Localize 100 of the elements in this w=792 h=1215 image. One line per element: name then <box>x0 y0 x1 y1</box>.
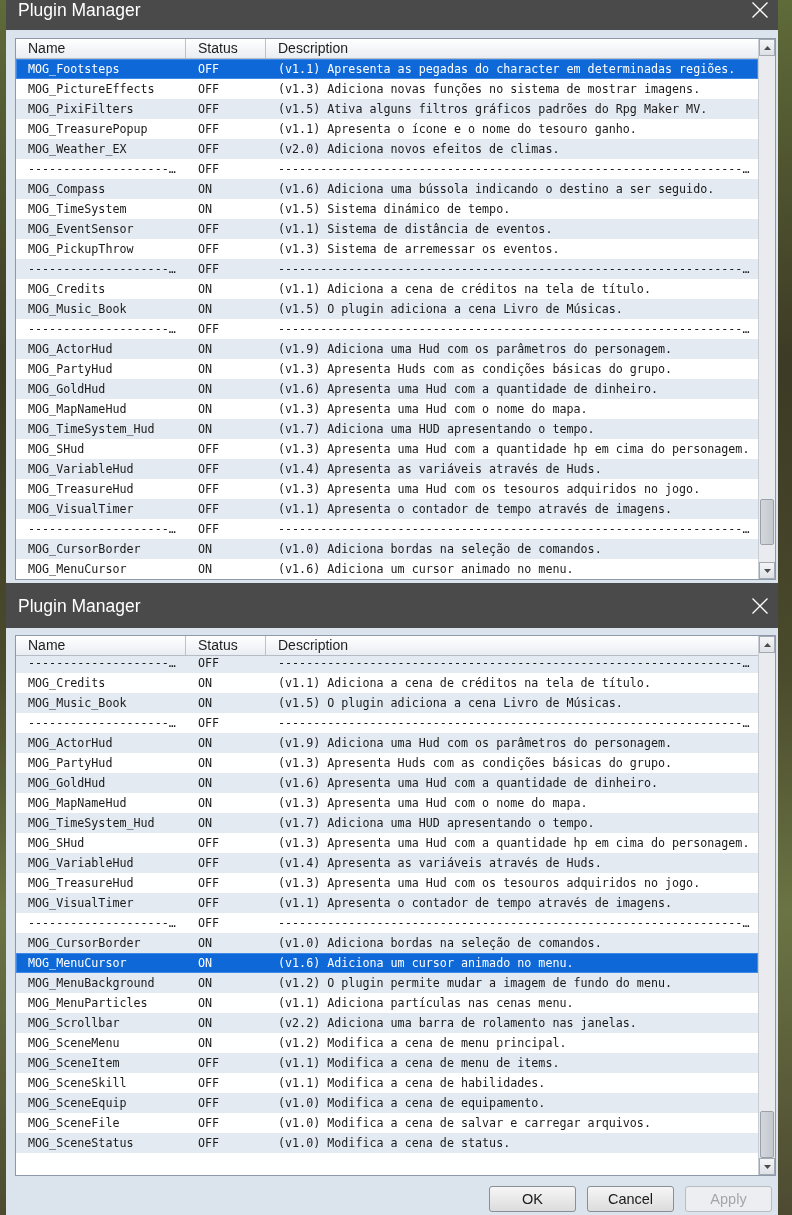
plugin-status: OFF <box>198 322 220 336</box>
plugin-name: MOG_ActorHud <box>28 342 113 356</box>
scrollbar-thumb[interactable] <box>760 499 774 546</box>
column-header[interactable]: Status <box>186 39 266 58</box>
plugin-row[interactable]: MOG_CursorBorder ON (v1.0) Adiciona bordas na seleção de comandos. <box>16 933 758 953</box>
plugin-row[interactable]: MOG_SceneItem OFF (v1.1) Modifica a cena de menu de items. <box>16 1053 758 1073</box>
plugin-description: (v1.1) Modifica a cena de menu de items. <box>278 1056 560 1070</box>
plugin-row[interactable]: MOG_EventSensor OFF (v1.1) Sistema de distância de eventos. <box>16 219 758 239</box>
up-arrow-icon <box>763 45 771 50</box>
plugin-description: ------------------------------------------------------------------… <box>278 262 750 276</box>
plugin-status: OFF <box>198 442 220 456</box>
plugin-description: ------------------------------------------------------------------… <box>278 522 750 536</box>
plugin-name: MOG_GoldHud <box>28 776 106 790</box>
plugin-status: OFF <box>198 82 220 96</box>
plugin-row[interactable]: MOG_VariableHud OFF (v1.4) Apresenta as variáveis através de Huds. <box>16 853 758 873</box>
plugin-description: (v1.0) Modifica a cena de status. <box>278 1136 511 1150</box>
plugin-status: OFF <box>198 1116 220 1130</box>
plugin-status: OFF <box>198 1096 220 1110</box>
plugin-name: MOG_Weather_EX <box>28 142 127 156</box>
column-header[interactable]: Description <box>266 39 758 58</box>
plugin-row[interactable]: MOG_Scrollbar ON (v2.2) Adiciona uma barra de rolamento nas janelas. <box>16 1013 758 1033</box>
plugin-description: (v1.1) Apresenta o contador de tempo através de imagens. <box>278 502 673 516</box>
close-icon[interactable] <box>752 597 768 614</box>
column-header[interactable]: Name <box>16 636 186 655</box>
plugin-row[interactable]: MOG_GoldHud ON (v1.6) Apresenta uma Hud com a quantidade de dinheiro. <box>16 773 758 793</box>
plugin-name: MOG_PickupThrow <box>28 242 134 256</box>
down-arrow-icon <box>763 568 771 573</box>
plugin-description: (v1.3) Apresenta uma Hud com os tesouros adquiridos no jogo. <box>278 876 701 890</box>
plugin-description: (v1.5) O plugin adiciona a cena Livro de Músicas. <box>278 302 623 316</box>
plugin-description: (v1.3) Sistema de arremessar os eventos. <box>278 242 560 256</box>
plugin-row[interactable]: MOG_ActorHud ON (v1.9) Adiciona uma Hud com os parâmetros do personagem. <box>16 339 758 359</box>
plugin-row[interactable]: MOG_VisualTimer OFF (v1.1) Apresenta o contador de tempo através de imagens. <box>16 499 758 519</box>
plugin-description: (v1.0) Modifica a cena de salvar e carregar arquivos. <box>278 1116 651 1130</box>
scroll-up-button[interactable] <box>759 39 775 56</box>
plugin-status: ON <box>198 976 213 990</box>
column-header[interactable]: Status <box>186 636 266 655</box>
dialog-button[interactable]: Cancel <box>587 1186 674 1212</box>
plugin-status: OFF <box>198 502 220 516</box>
plugin-row[interactable]: MOG_MenuCursor ON (v1.6) Adiciona um cursor animado no menu. <box>16 953 758 973</box>
plugin-row[interactable]: MOG_VisualTimer OFF (v1.1) Apresenta o contador de tempo através de imagens. <box>16 893 758 913</box>
column-header[interactable]: Description <box>266 636 758 655</box>
plugin-row[interactable]: MOG_SceneEquip OFF (v1.0) Modifica a cena de equipamento. <box>16 1093 758 1113</box>
plugin-description: ------------------------------------------------------------------… <box>278 716 750 730</box>
down-arrow-icon <box>763 1164 771 1169</box>
plugin-status: OFF <box>198 916 220 930</box>
close-icon[interactable] <box>752 2 768 18</box>
plugin-description: (v1.6) Adiciona um cursor animado no menu. <box>278 956 574 970</box>
plugin-status: ON <box>198 342 213 356</box>
plugin-row[interactable]: MOG_Weather_EX OFF (v2.0) Adiciona novos efeitos de climas. <box>16 139 758 159</box>
plugin-description: (v1.1) Sistema de distância de eventos. <box>278 222 553 236</box>
plugin-description: (v1.2) Modifica a cena de menu principal. <box>278 1036 567 1050</box>
plugin-name: MOG_Footsteps <box>28 62 120 76</box>
plugin-description: (v1.4) Apresenta as variáveis através de Huds. <box>278 462 602 476</box>
plugin-status: OFF <box>198 262 220 276</box>
plugin-row[interactable]: --------------------… OFF ------------------------------------------------------------------… <box>16 259 758 279</box>
scroll-up-button[interactable] <box>759 636 775 653</box>
scrollbar-thumb[interactable] <box>760 1110 774 1158</box>
plugin-row[interactable]: MOG_Compass ON (v1.6) Adiciona uma bússola indicando o destino a ser seguido. <box>16 179 758 199</box>
plugin-status: ON <box>198 956 213 970</box>
plugin-row[interactable]: MOG_VariableHud OFF (v1.4) Apresenta as variáveis através de Huds. <box>16 459 758 479</box>
plugin-name: MOG_Compass <box>28 182 106 196</box>
plugin-row[interactable]: MOG_PixiFilters OFF (v1.5) Ativa alguns filtros gráficos padrões do Rpg Maker MV. <box>16 99 758 119</box>
plugin-row[interactable]: MOG_GoldHud ON (v1.6) Apresenta uma Hud com a quantidade de dinheiro. <box>16 379 758 399</box>
plugin-row[interactable]: MOG_Music_Book ON (v1.5) O plugin adiciona a cena Livro de Músicas. <box>16 693 758 713</box>
plugin-status: OFF <box>198 482 220 496</box>
plugin-name: MOG_PartyHud <box>28 362 113 376</box>
plugin-row[interactable]: MOG_Music_Book ON (v1.5) O plugin adiciona a cena Livro de Músicas. <box>16 299 758 319</box>
scroll-down-button[interactable] <box>759 562 775 579</box>
plugin-status: ON <box>198 382 213 396</box>
plugin-row[interactable]: MOG_Footsteps OFF (v1.1) Apresenta as pegadas do character em determinadas regiões. <box>16 59 758 79</box>
plugin-description: (v1.0) Modifica a cena de equipamento. <box>278 1096 546 1110</box>
plugin-status: ON <box>198 302 213 316</box>
plugin-description: (v2.0) Adiciona novos efeitos de climas. <box>278 142 560 156</box>
plugin-row[interactable]: MOG_MenuBackground ON (v1.2) O plugin permite mudar a imagem de fundo do menu. <box>16 973 758 993</box>
plugin-status: ON <box>198 1016 213 1030</box>
plugin-row[interactable]: MOG_SceneStatus OFF (v1.0) Modifica a cena de status. <box>16 1133 758 1153</box>
plugin-status: OFF <box>198 1136 220 1150</box>
plugin-row[interactable]: MOG_CursorBorder ON (v1.0) Adiciona bordas na seleção de comandos. <box>16 539 758 559</box>
plugin-name: MOG_VisualTimer <box>28 896 134 910</box>
plugin-description: (v1.0) Adiciona bordas na seleção de comandos. <box>278 936 602 950</box>
plugin-description: (v1.3) Apresenta uma Hud com o nome do mapa. <box>278 796 588 810</box>
plugin-status: ON <box>198 996 213 1010</box>
plugin-description: ------------------------------------------------------------------… <box>278 322 750 336</box>
plugin-row[interactable]: MOG_TimeSystem_Hud ON (v1.7) Adiciona uma HUD apresentando o tempo. <box>16 419 758 439</box>
plugin-description: (v1.4) Apresenta as variáveis através de Huds. <box>278 856 602 870</box>
plugin-name: MOG_MenuBackground <box>28 976 155 990</box>
plugin-row[interactable]: MOG_TimeSystem_Hud ON (v1.7) Adiciona uma HUD apresentando o tempo. <box>16 813 758 833</box>
up-arrow-icon <box>763 642 771 647</box>
plugin-name: MOG_PixiFilters <box>28 102 134 116</box>
plugin-description: (v1.5) Ativa alguns filtros gráficos padrões do Rpg Maker MV. <box>278 102 708 116</box>
plugin-description: (v1.2) O plugin permite mudar a imagem de fundo do menu. <box>278 976 673 990</box>
plugin-row[interactable]: --------------------… OFF ------------------------------------------------------------------… <box>16 656 758 673</box>
plugin-name: --------------------… <box>28 162 176 176</box>
plugin-status: ON <box>198 676 213 690</box>
plugin-status: ON <box>198 936 213 950</box>
dialog-button[interactable]: OK <box>489 1186 576 1212</box>
plugin-row[interactable]: MOG_ActorHud ON (v1.9) Adiciona uma Hud com os parâmetros do personagem. <box>16 733 758 753</box>
plugin-description: (v1.7) Adiciona uma HUD apresentando o tempo. <box>278 816 595 830</box>
column-header[interactable]: Name <box>16 39 186 58</box>
scroll-down-button[interactable] <box>759 1158 775 1175</box>
